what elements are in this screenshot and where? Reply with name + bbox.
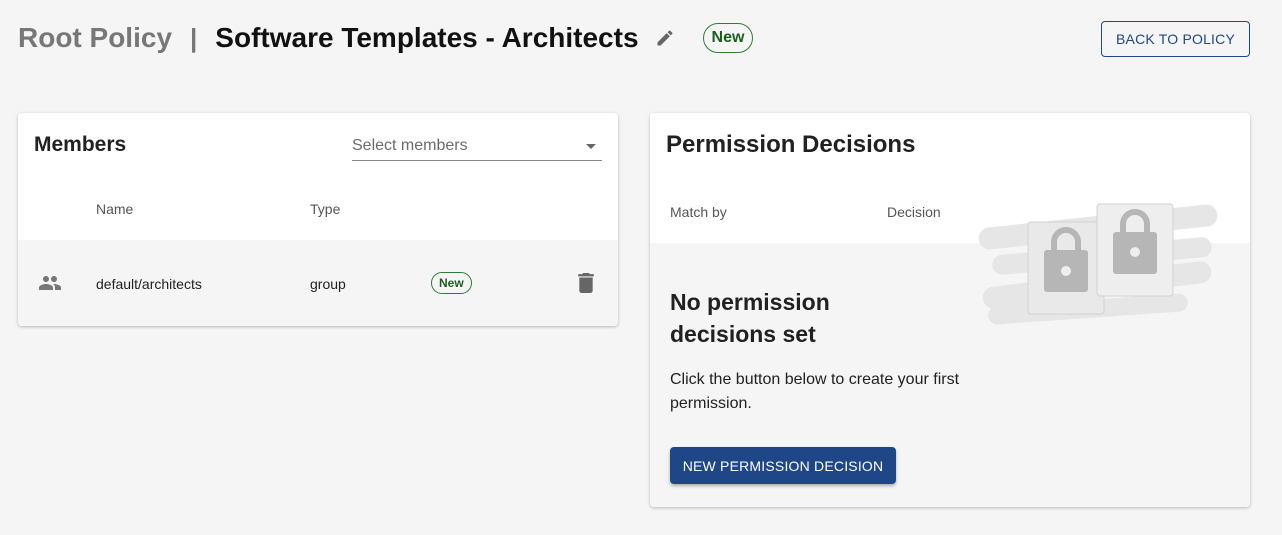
member-name: default/architects bbox=[96, 276, 202, 292]
group-icon bbox=[38, 274, 62, 295]
page-title: Software Templates - Architects bbox=[215, 22, 639, 53]
table-row: default/architects group New bbox=[18, 240, 618, 326]
select-members-placeholder: Select members bbox=[352, 137, 468, 154]
column-header-match-by[interactable]: Match by bbox=[670, 204, 727, 220]
chevron-down-icon bbox=[586, 144, 596, 149]
members-card: Members Select members Name Type default… bbox=[18, 113, 618, 326]
lock-icon bbox=[978, 203, 1218, 325]
column-header-decision[interactable]: Decision bbox=[887, 204, 941, 220]
column-header-name[interactable]: Name bbox=[96, 201, 133, 217]
permission-decisions-card: Permission Decisions Match by Decision N… bbox=[650, 113, 1250, 507]
empty-state-title: No permission decisions set bbox=[670, 289, 830, 347]
select-members-dropdown[interactable]: Select members bbox=[352, 133, 602, 161]
edit-icon[interactable] bbox=[653, 26, 677, 50]
page-header: Root Policy | Software Templates - Archi… bbox=[18, 18, 754, 58]
member-type: group bbox=[310, 276, 346, 292]
new-status-chip: New bbox=[702, 23, 754, 53]
delete-icon[interactable] bbox=[578, 273, 594, 296]
new-permission-decision-button[interactable]: NEW PERMISSION DECISION bbox=[670, 447, 896, 484]
column-header-type[interactable]: Type bbox=[310, 201, 340, 217]
title-separator: | bbox=[190, 22, 198, 53]
permission-decisions-title: Permission Decisions bbox=[666, 131, 916, 158]
root-policy-title[interactable]: Root Policy bbox=[18, 22, 172, 54]
members-title: Members bbox=[34, 133, 127, 156]
back-to-policy-button[interactable]: BACK TO POLICY bbox=[1101, 21, 1250, 57]
empty-state-description: Click the button below to create your fi… bbox=[670, 371, 960, 412]
new-member-chip: New bbox=[431, 272, 472, 294]
